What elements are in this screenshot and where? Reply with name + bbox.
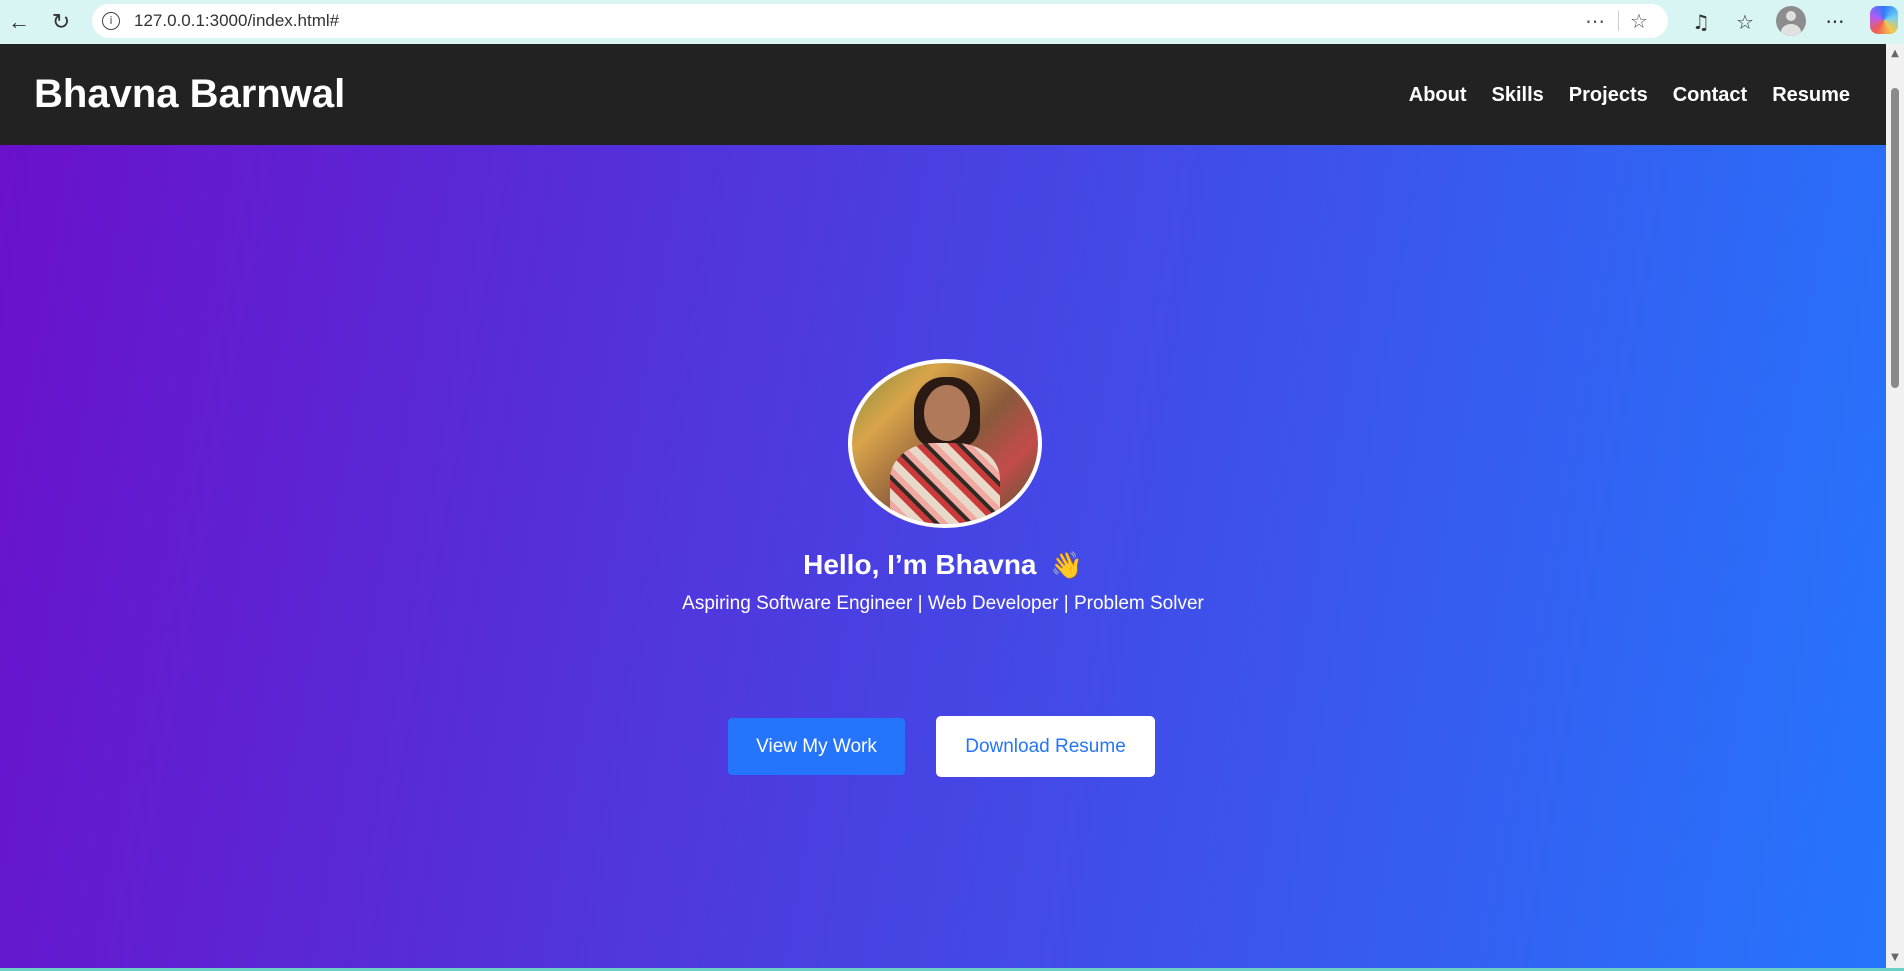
scroll-down-icon[interactable]: ▼	[1886, 950, 1904, 966]
nav-link-projects[interactable]: Projects	[1569, 84, 1648, 107]
hero-title-text: Hello, I’m Bhavna	[803, 549, 1037, 580]
more-options-icon[interactable]: ⋯	[1582, 9, 1608, 33]
nav-link-skills[interactable]: Skills	[1492, 84, 1544, 107]
reload-icon[interactable]: ↻	[46, 8, 76, 36]
settings-more-icon[interactable]: ···	[1820, 8, 1850, 36]
media-control-icon[interactable]: ♫	[1686, 8, 1716, 36]
scroll-thumb[interactable]	[1891, 88, 1899, 388]
nav-link-about[interactable]: About	[1409, 84, 1467, 107]
profile-photo	[848, 359, 1042, 528]
browser-toolbar: ← ↻ i 127.0.0.1:3000/index.html# ⋯ ☆ ♫ ☆…	[0, 0, 1904, 44]
waving-hand-icon: 👋	[1050, 550, 1083, 580]
favorite-star-icon[interactable]: ☆	[1626, 9, 1652, 33]
view-my-work-button[interactable]: View My Work	[728, 718, 905, 775]
url-text[interactable]: 127.0.0.1:3000/index.html#	[134, 11, 339, 31]
profile-avatar-icon[interactable]	[1776, 6, 1806, 36]
page-scrollbar[interactable]: ▲ ▼	[1886, 44, 1904, 968]
address-bar[interactable]: i 127.0.0.1:3000/index.html# ⋯ ☆	[92, 4, 1668, 38]
nav-link-contact[interactable]: Contact	[1673, 84, 1747, 107]
download-resume-button[interactable]: Download Resume	[936, 716, 1155, 777]
address-divider	[1618, 11, 1619, 31]
photo-body	[890, 443, 1000, 524]
hero-subtitle: Aspiring Software Engineer | Web Develop…	[682, 593, 1204, 614]
site-logo[interactable]: Bhavna Barnwal	[34, 72, 345, 117]
nav-link-resume[interactable]: Resume	[1772, 84, 1850, 107]
photo-face	[924, 385, 970, 441]
site-nav: About Skills Projects Contact Resume	[1409, 84, 1850, 107]
favorites-icon[interactable]: ☆	[1730, 8, 1760, 36]
copilot-icon[interactable]	[1870, 6, 1898, 34]
scroll-up-icon[interactable]: ▲	[1886, 46, 1904, 62]
hero-title: Hello, I’m Bhavna 👋	[0, 549, 1886, 581]
site-info-icon[interactable]: i	[102, 12, 120, 30]
hero-section: Hello, I’m Bhavna 👋 Aspiring Software Eng…	[0, 145, 1886, 968]
page-viewport: Bhavna Barnwal About Skills Projects Con…	[0, 44, 1886, 968]
site-header: Bhavna Barnwal About Skills Projects Con…	[0, 44, 1886, 145]
back-icon[interactable]: ←	[4, 8, 34, 36]
